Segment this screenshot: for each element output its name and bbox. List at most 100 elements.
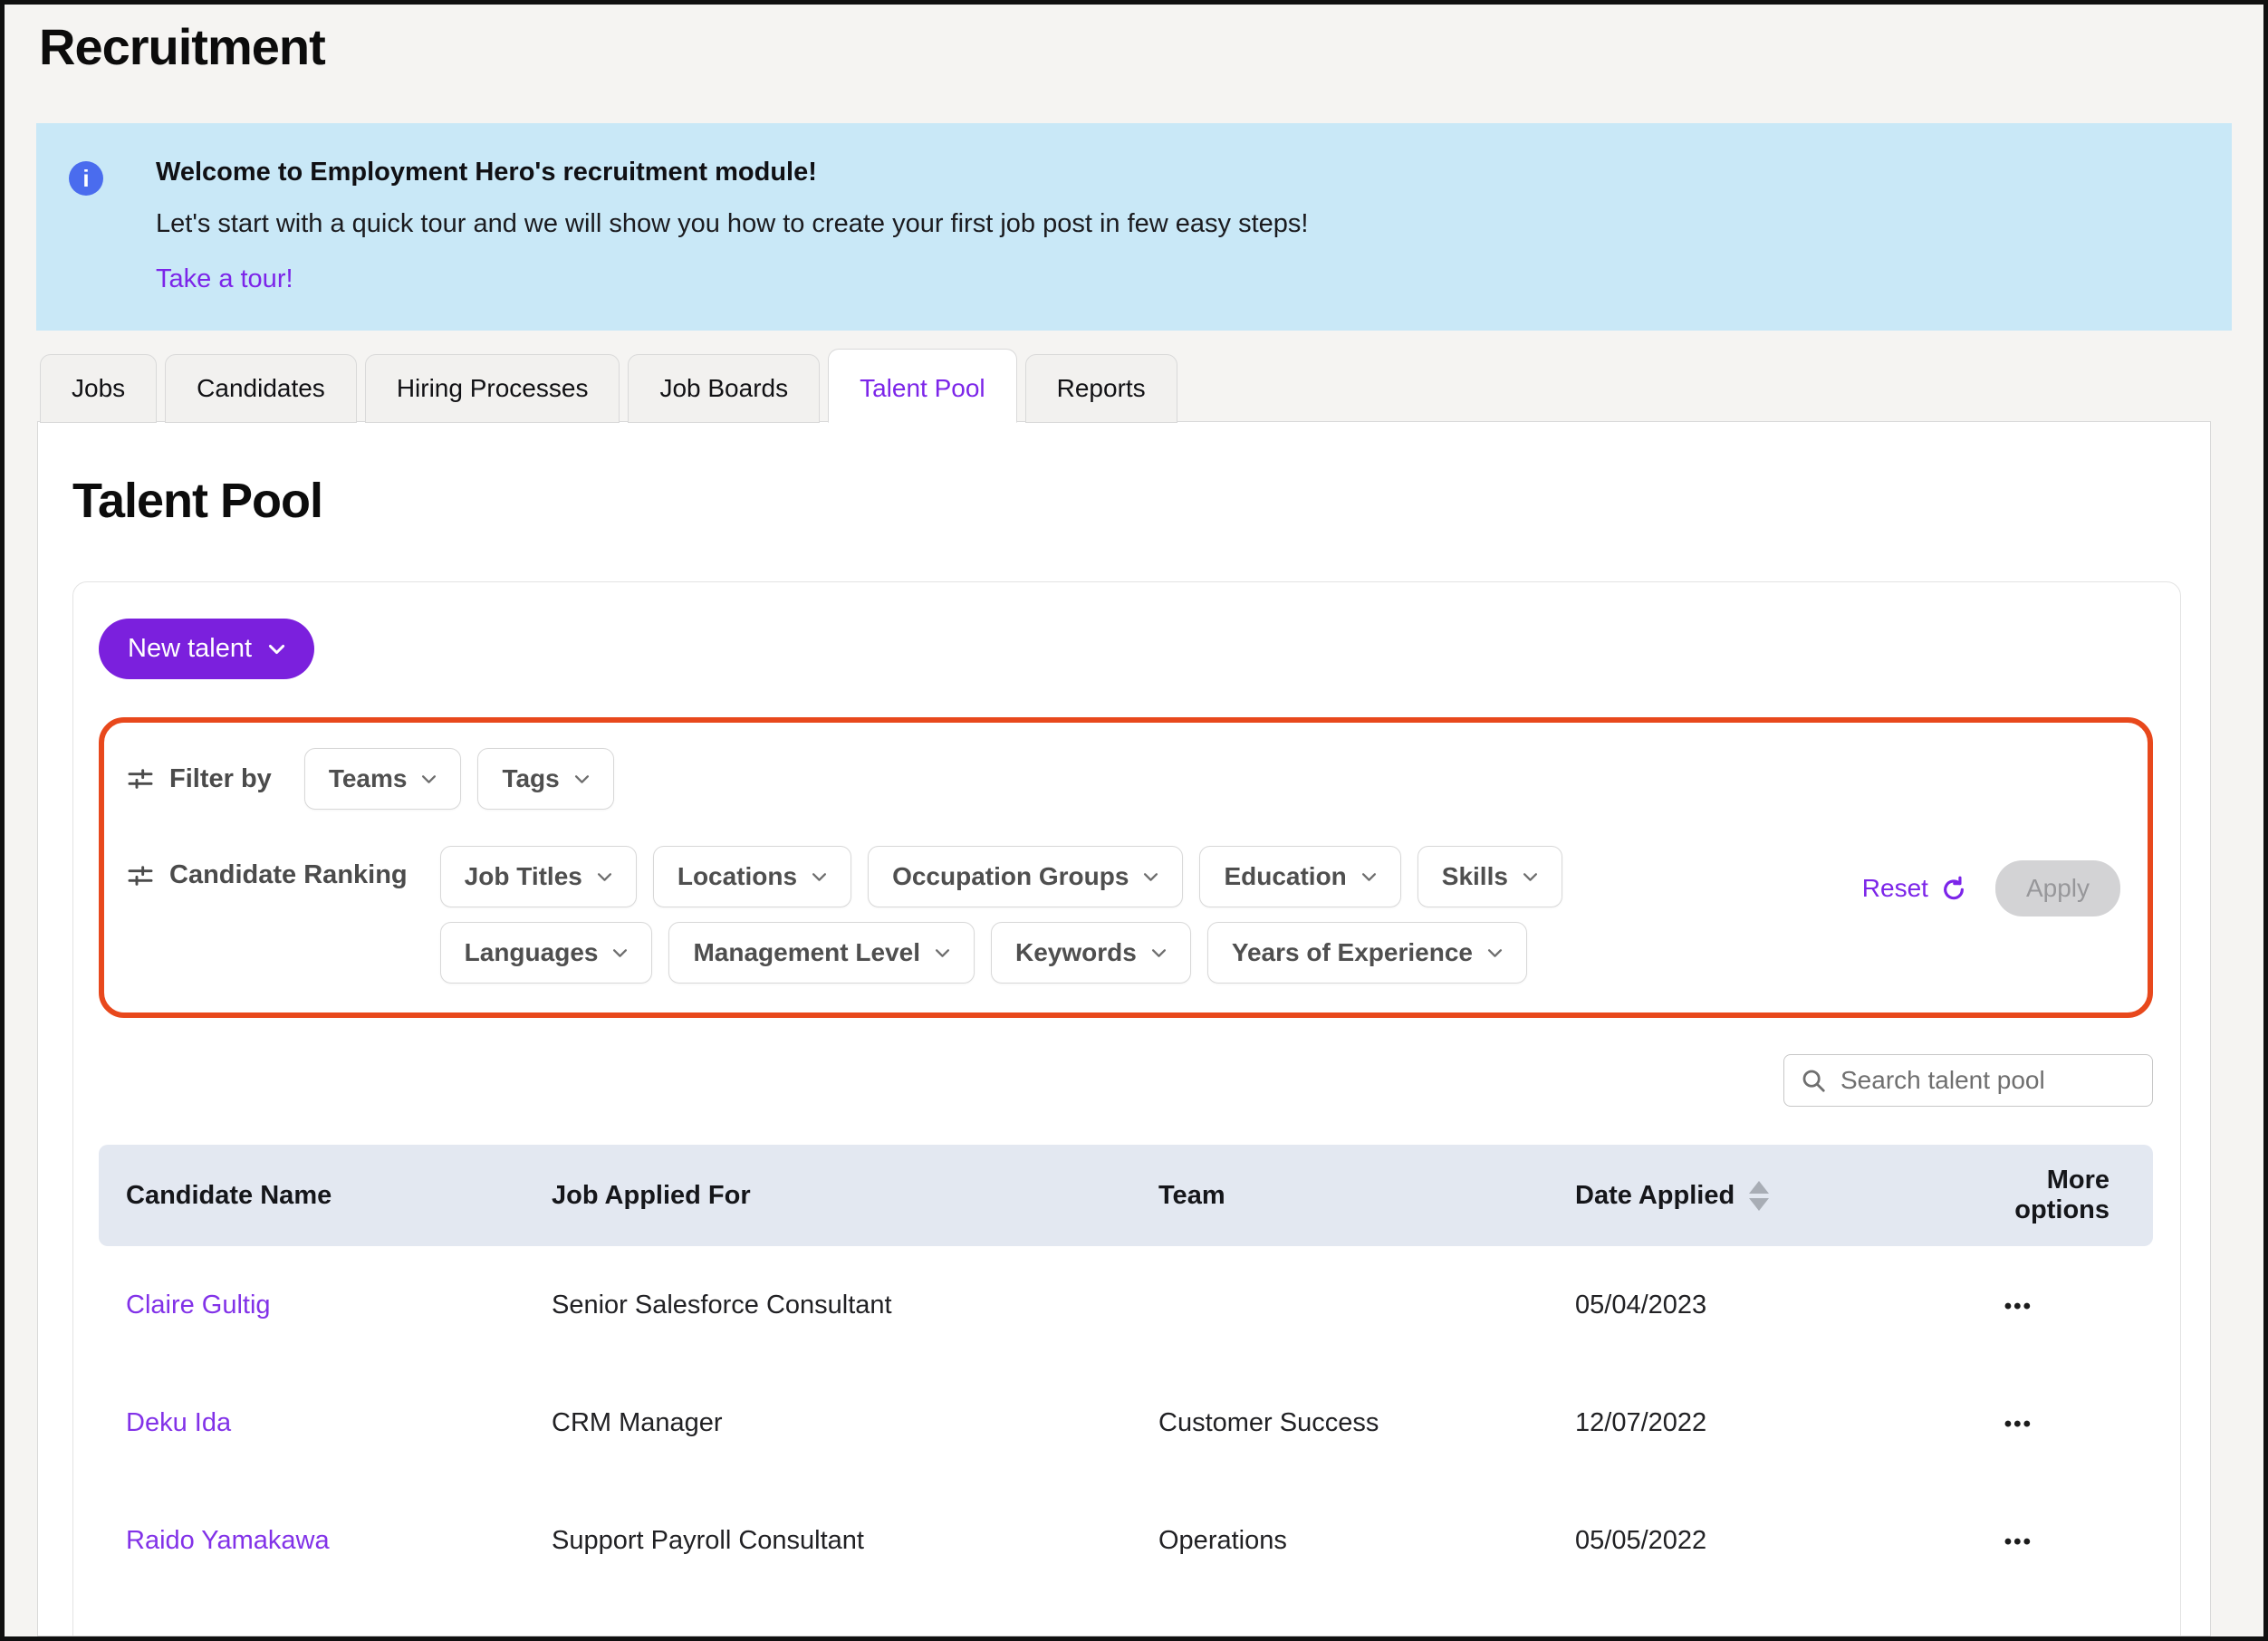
filter-by-text: Filter by [169, 764, 272, 794]
chevron-down-icon [597, 872, 612, 882]
sliders-icon [126, 861, 155, 890]
job-titles-dropdown[interactable]: Job Titles [440, 846, 637, 907]
reset-label: Reset [1862, 874, 1928, 903]
chevron-down-icon [1487, 948, 1503, 958]
candidate-ranking-row: Candidate Ranking Job Titles Locations O [126, 846, 2120, 984]
chevron-down-icon [1143, 872, 1158, 882]
filter-highlight-region: Filter by Teams Tags [99, 717, 2153, 1018]
team-cell: Customer Success [1158, 1408, 1575, 1438]
column-candidate-name: Candidate Name [126, 1181, 552, 1211]
chevron-down-icon [612, 948, 628, 958]
search-row [99, 1054, 2153, 1107]
date-applied-cell: 05/04/2023 [1575, 1291, 1956, 1320]
chevron-down-icon [574, 774, 590, 784]
date-applied-cell: 05/05/2022 [1575, 1526, 1956, 1556]
chevron-down-icon [1151, 948, 1167, 958]
candidate-ranking-label: Candidate Ranking [126, 846, 408, 890]
filter-by-row: Filter by Teams Tags [126, 748, 2120, 810]
talent-pool-heading: Talent Pool [72, 473, 2210, 529]
education-dropdown[interactable]: Education [1199, 846, 1400, 907]
page-title: Recruitment [39, 17, 2263, 76]
tab-job-boards[interactable]: Job Boards [628, 354, 820, 423]
date-applied-label: Date Applied [1575, 1181, 1735, 1211]
tab-jobs[interactable]: Jobs [40, 354, 157, 423]
job-applied-cell: Support Payroll Consultant [552, 1526, 1158, 1556]
new-talent-button[interactable]: New talent [99, 619, 314, 679]
candidate-name-link[interactable]: Deku Ida [126, 1408, 552, 1438]
talent-pool-table: Candidate Name Job Applied For Team Date… [99, 1145, 2153, 1636]
locations-dropdown[interactable]: Locations [653, 846, 851, 907]
team-cell: Operations [1158, 1526, 1575, 1556]
reset-button[interactable]: Reset [1862, 874, 1968, 903]
banner-body: Let's start with a quick tour and we wil… [156, 209, 2196, 239]
table-row: Claire Gultig Senior Salesforce Consulta… [99, 1246, 2153, 1364]
more-options-icon[interactable]: ••• [2004, 1294, 2033, 1320]
more-options-icon[interactable]: ••• [2004, 1412, 2033, 1437]
skills-label: Skills [1442, 862, 1508, 891]
welcome-banner: i Welcome to Employment Hero's recruitme… [36, 123, 2232, 331]
languages-label: Languages [465, 938, 599, 967]
table-row: Jin Natsume CRM Manager Customer Success… [99, 1599, 2153, 1636]
refresh-icon [1939, 874, 1968, 903]
chevron-down-icon [1361, 872, 1377, 882]
tab-hiring-processes[interactable]: Hiring Processes [365, 354, 620, 423]
table-row: Raido Yamakawa Support Payroll Consultan… [99, 1482, 2153, 1599]
teams-label: Teams [329, 764, 408, 793]
tags-dropdown[interactable]: Tags [477, 748, 613, 810]
talent-pool-card: New talent Filter by Teams [72, 581, 2181, 1636]
column-job-applied-for: Job Applied For [552, 1181, 1158, 1211]
languages-dropdown[interactable]: Languages [440, 922, 653, 984]
management-level-dropdown[interactable]: Management Level [668, 922, 975, 984]
banner-content: Welcome to Employment Hero's recruitment… [156, 158, 2196, 294]
apply-button[interactable]: Apply [1995, 860, 2120, 916]
filter-by-label: Filter by [126, 764, 272, 794]
filter-actions: Reset Apply [1862, 846, 2120, 916]
candidate-name-link[interactable]: Raido Yamakawa [126, 1526, 552, 1556]
years-of-experience-dropdown[interactable]: Years of Experience [1207, 922, 1527, 984]
table-header: Candidate Name Job Applied For Team Date… [99, 1145, 2153, 1246]
job-applied-cell: Senior Salesforce Consultant [552, 1291, 1158, 1320]
skills-dropdown[interactable]: Skills [1418, 846, 1562, 907]
chevron-down-icon [1523, 872, 1538, 882]
tab-candidates[interactable]: Candidates [165, 354, 357, 423]
candidate-name-link[interactable]: Claire Gultig [126, 1291, 552, 1320]
ranking-chips: Job Titles Locations Occupation Groups [440, 846, 1581, 984]
filter-by-chips: Teams Tags [304, 748, 614, 810]
years-of-experience-label: Years of Experience [1232, 938, 1473, 967]
tab-reports[interactable]: Reports [1025, 354, 1177, 423]
candidate-ranking-text: Candidate Ranking [169, 860, 408, 890]
talent-pool-panel: Talent Pool New talent Filter by [37, 421, 2211, 1636]
search-box [1783, 1054, 2153, 1107]
tab-talent-pool[interactable]: Talent Pool [828, 349, 1017, 423]
management-level-label: Management Level [693, 938, 920, 967]
occupation-groups-label: Occupation Groups [892, 862, 1129, 891]
job-titles-label: Job Titles [465, 862, 582, 891]
info-icon: i [69, 161, 103, 196]
sliders-icon [126, 764, 155, 793]
chevron-down-icon [421, 774, 437, 784]
education-label: Education [1224, 862, 1346, 891]
table-row: Deku Ida CRM Manager Customer Success 12… [99, 1364, 2153, 1482]
job-applied-cell: CRM Manager [552, 1408, 1158, 1438]
recruitment-page: Recruitment i Welcome to Employment Hero… [0, 0, 2268, 1641]
new-talent-label: New talent [128, 634, 252, 664]
tab-bar: Jobs Candidates Hiring Processes Job Boa… [40, 349, 2263, 422]
column-team: Team [1158, 1181, 1575, 1211]
date-applied-cell: 12/07/2022 [1575, 1408, 1956, 1438]
column-date-applied[interactable]: Date Applied [1575, 1181, 1956, 1211]
chevron-down-icon [812, 872, 827, 882]
more-options-icon[interactable]: ••• [2004, 1530, 2033, 1555]
banner-title: Welcome to Employment Hero's recruitment… [156, 158, 2196, 187]
teams-dropdown[interactable]: Teams [304, 748, 462, 810]
keywords-label: Keywords [1015, 938, 1137, 967]
column-more-options: More options [1956, 1166, 2109, 1225]
tags-label: Tags [502, 764, 559, 793]
chevron-down-icon [935, 948, 950, 958]
sort-icon[interactable] [1749, 1181, 1769, 1211]
keywords-dropdown[interactable]: Keywords [991, 922, 1191, 984]
chevron-down-icon [268, 644, 285, 655]
search-input[interactable] [1783, 1054, 2153, 1107]
take-a-tour-link[interactable]: Take a tour! [156, 264, 293, 294]
occupation-groups-dropdown[interactable]: Occupation Groups [868, 846, 1183, 907]
search-icon [1800, 1067, 1827, 1094]
